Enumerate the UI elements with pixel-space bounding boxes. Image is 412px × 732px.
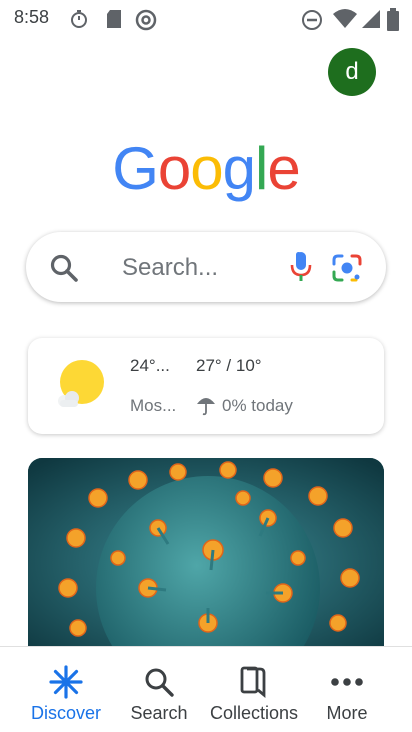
cell-signal-icon	[362, 10, 380, 28]
logo-letter: e	[267, 135, 300, 202]
logo-letter: l	[255, 135, 268, 202]
high-low-temperature: 27° / 10°	[196, 356, 262, 375]
nav-label-discover: Discover	[30, 703, 101, 723]
search-bar[interactable]: Search...	[26, 232, 386, 302]
nav-label-collections: Collections	[209, 703, 299, 723]
search-placeholder[interactable]: Search...	[122, 254, 218, 282]
partly-sunny-icon	[58, 360, 104, 407]
discover-icon	[49, 665, 83, 699]
status-time: 8:58	[14, 7, 50, 27]
logo-letter: g	[222, 135, 256, 202]
virus-illustration	[28, 458, 384, 648]
google-logo: Google	[0, 134, 412, 203]
logo-letter: o	[190, 135, 223, 202]
more-icon	[331, 678, 363, 686]
nav-label-more: More	[326, 703, 368, 723]
account-avatar[interactable]: d	[328, 48, 376, 96]
search-icon	[145, 668, 174, 697]
nav-label-search: Search	[130, 703, 188, 723]
status-bar: 8:58	[0, 0, 412, 36]
weather-card[interactable]: 24°... Mos... 27° / 10° 0% today	[28, 338, 384, 434]
account-initial: d	[345, 58, 359, 85]
collections-icon	[240, 666, 266, 698]
weather-condition: Mos...	[130, 396, 177, 415]
no-signal-icon	[135, 9, 157, 31]
stopwatch-icon	[71, 10, 87, 28]
google-lens-icon[interactable]	[330, 252, 364, 284]
do-not-disturb-icon	[302, 10, 322, 30]
bottom-navigation: Discover Search Collections More	[0, 646, 412, 732]
umbrella-icon	[197, 398, 215, 416]
nav-search[interactable]: Search	[120, 647, 198, 732]
wifi-icon	[333, 9, 357, 28]
news-card-image[interactable]	[28, 458, 384, 648]
precipitation-chance: 0% today	[222, 396, 293, 415]
logo-letter: o	[157, 135, 191, 202]
voice-search-icon[interactable]	[288, 250, 314, 284]
current-temperature: 24°...	[130, 356, 170, 375]
sd-card-icon	[107, 10, 121, 28]
search-icon	[50, 254, 78, 282]
logo-letter: G	[112, 135, 159, 202]
nav-more[interactable]: More	[314, 647, 380, 732]
nav-discover[interactable]: Discover	[20, 647, 112, 732]
nav-collections[interactable]: Collections	[202, 647, 306, 732]
battery-icon	[387, 8, 399, 31]
